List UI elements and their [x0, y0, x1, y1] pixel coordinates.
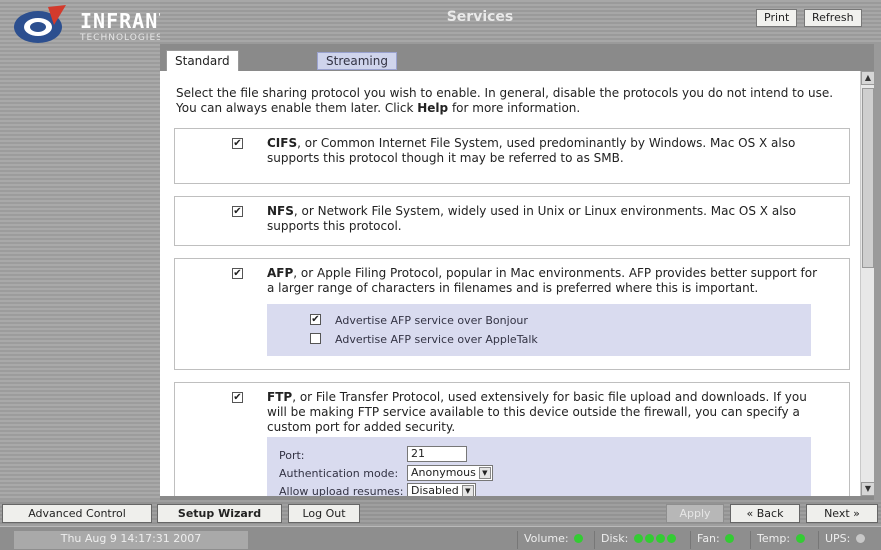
afp-appletalk-checkbox[interactable] [310, 333, 321, 344]
disk-3-ok-dot-icon [655, 534, 665, 543]
afp-bonjour-label: Advertise AFP service over Bonjour [335, 314, 528, 327]
ftp-description: FTP, or File Transfer Protocol, used ext… [267, 390, 807, 434]
setup-wizard-button[interactable]: Setup Wizard [157, 504, 282, 523]
ftp-resume-select[interactable]: Disabled ▼ [407, 483, 476, 496]
refresh-button[interactable]: Refresh [804, 9, 862, 27]
help-word: Help [417, 101, 449, 115]
chevron-down-icon: ▼ [478, 467, 491, 479]
volume-status[interactable]: Volume: [517, 531, 589, 549]
cifs-section: ✔ CIFS, or Common Internet File System, … [174, 128, 850, 184]
intro-text: Select the file sharing protocol you wis… [176, 86, 834, 115]
apply-button[interactable]: Apply [666, 504, 724, 523]
fan-ok-dot-icon [725, 534, 735, 543]
bottom-toolbar: Advanced Control Setup Wizard Log Out Ap… [0, 500, 881, 526]
ftp-port-label: Port: [279, 449, 305, 462]
ftp-checkbox[interactable]: ✔ [232, 392, 243, 403]
vertical-scrollbar[interactable]: ▲ ▼ [860, 71, 875, 496]
temp-ok-dot-icon [795, 534, 805, 543]
ftp-auth-select[interactable]: Anonymous ▼ [407, 465, 493, 481]
temp-status[interactable]: Temp: [750, 531, 811, 549]
ftp-section: ✔ FTP, or File Transfer Protocol, used e… [174, 382, 850, 496]
scroll-thumb[interactable] [862, 88, 874, 268]
cifs-checkbox[interactable]: ✔ [232, 138, 243, 149]
afp-checkbox[interactable]: ✔ [232, 268, 243, 279]
datetime-display: Thu Aug 9 14:17:31 2007 [14, 531, 248, 549]
ftp-port-input[interactable]: 21 [407, 446, 467, 462]
scroll-down-arrow-icon[interactable]: ▼ [861, 482, 875, 496]
ftp-options-box: Port: 21 Authentication mode: Anonymous ▼… [267, 437, 811, 496]
logo-swoosh-icon [14, 5, 66, 43]
scroll-up-arrow-icon[interactable]: ▲ [861, 71, 875, 85]
log-out-button[interactable]: Log Out [288, 504, 360, 523]
tab-streaming-services[interactable]: Streaming Services [317, 52, 397, 84]
disk-4-ok-dot-icon [666, 534, 676, 543]
left-sidebar [0, 0, 160, 500]
fan-status[interactable]: Fan: [690, 531, 740, 549]
volume-ok-dot-icon [574, 534, 584, 543]
nfs-section: ✔ NFS, or Network File System, widely us… [174, 196, 850, 246]
ftp-resume-label: Allow upload resumes: [279, 485, 404, 496]
ups-status[interactable]: UPS: [818, 531, 871, 549]
afp-description: AFP, or Apple Filing Protocol, popular i… [267, 266, 818, 295]
disk-status[interactable]: Disk: [594, 531, 682, 549]
status-bar: Thu Aug 9 14:17:31 2007 Volume: Disk: Fa… [0, 526, 881, 550]
tab-standard-file-protocols[interactable]: Standard File Protocols [166, 50, 239, 108]
ups-off-dot-icon [855, 534, 865, 543]
cifs-description: CIFS, or Common Internet File System, us… [267, 136, 796, 165]
nfs-description: NFS, or Network File System, widely used… [267, 204, 797, 233]
back-button[interactable]: « Back [730, 504, 800, 523]
afp-bonjour-checkbox[interactable]: ✔ [310, 314, 321, 325]
ftp-auth-label: Authentication mode: [279, 467, 399, 480]
disk-1-ok-dot-icon [633, 534, 643, 543]
chevron-down-icon: ▼ [461, 485, 474, 496]
main-content: Select the file sharing protocol you wis… [160, 71, 860, 496]
infrant-logo: INFRANT TECHNOLOGIES [8, 3, 170, 45]
print-button[interactable]: Print [756, 9, 798, 27]
afp-appletalk-label: Advertise AFP service over AppleTalk [335, 333, 538, 346]
nfs-checkbox[interactable]: ✔ [232, 206, 243, 217]
logo-subtitle: TECHNOLOGIES [80, 33, 163, 43]
disk-2-ok-dot-icon [644, 534, 654, 543]
afp-section: ✔ AFP, or Apple Filing Protocol, popular… [174, 258, 850, 370]
page-title: Services [446, 9, 514, 25]
advanced-control-button[interactable]: Advanced Control [2, 504, 152, 523]
next-button[interactable]: Next » [806, 504, 878, 523]
header-bar: Services Print Refresh [160, 0, 881, 44]
right-border [874, 44, 881, 500]
afp-options-box: ✔ Advertise AFP service over Bonjour Adv… [267, 304, 811, 356]
logo-wordmark: INFRANT [80, 9, 172, 33]
